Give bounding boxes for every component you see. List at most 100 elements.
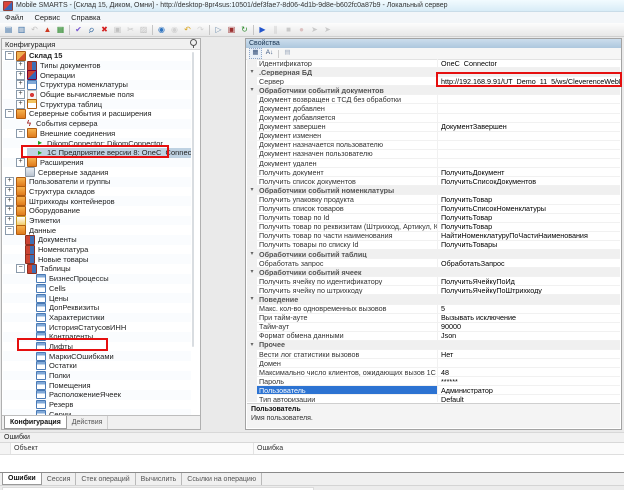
tree-item[interactable]: БизнесПроцессы [3,274,191,284]
property-row[interactable]: Серверhttp://192.168.9.91/UT_Demo_11_5/w… [247,77,620,86]
property-value[interactable]: ПолучитьСписокНоменклатуры [438,205,620,213]
property-value[interactable] [438,359,620,367]
property-row[interactable]: Документ назначается пользователю [247,141,620,150]
expand-toggle-icon[interactable]: + [16,61,25,70]
property-row[interactable]: Документ добавлен [247,104,620,113]
property-value[interactable]: http://192.168.9.91/UT_Demo_11_5/ws/Clev… [438,77,620,85]
tab-ссылки-на-операцию[interactable]: Ссылки на операцию [182,473,262,485]
alphabetical-sort-icon[interactable]: A↓ [264,49,275,58]
pin-icon[interactable] [190,39,197,46]
tab-configuration[interactable]: Конфигурация [4,416,67,429]
property-value[interactable]: 90000 [438,323,620,331]
property-row[interactable]: Вести лог статистики вызововНет [247,350,620,359]
property-row[interactable]: Документ завершенДокументЗавершен [247,123,620,132]
menu-service[interactable]: Сервис [34,13,60,22]
export-excel-icon[interactable]: ▦ [54,24,67,36]
save-icon[interactable]: ▤ [2,24,15,36]
tree-item[interactable]: Контрагенты [3,332,191,342]
property-value[interactable] [438,159,620,167]
menu-help[interactable]: Справка [71,13,100,22]
property-value[interactable]: ПолучитьЯчейкуПоШтрихкоду [438,286,620,294]
property-value[interactable] [438,114,620,122]
property-value[interactable]: ПолучитьЯчейкуПоИд [438,277,620,285]
property-value[interactable]: Вызывать исключение [438,314,620,322]
property-row[interactable]: Получить упаковку продуктаПолучитьТовар [247,195,620,204]
expand-toggle-icon[interactable]: − [16,129,25,138]
tree-item[interactable]: −Данные [3,225,191,235]
tree-item[interactable]: +Штрихкоды контейнеров [3,196,191,206]
collapse-arrow-icon[interactable]: ▾ [247,68,257,76]
property-row[interactable]: Домен [247,359,620,368]
property-value[interactable] [438,95,620,103]
tree-item[interactable]: +Операции [3,70,191,80]
property-row[interactable]: Получить список документовПолучитьСписок… [247,177,620,186]
property-row[interactable]: Макс. кол-во одновременных вызовов5 [247,305,620,314]
tree-item[interactable]: −Внешние соединения [3,129,191,139]
undo-history-icon[interactable]: ↶ [181,24,194,36]
property-value[interactable] [438,141,620,149]
tree-item[interactable]: −Серверные события и расширения [3,109,191,119]
tab-actions[interactable]: Действия [67,416,109,429]
tree-item[interactable]: Резерв [3,400,191,410]
expand-toggle-icon[interactable]: + [16,90,25,99]
property-value[interactable]: Нет [438,350,620,358]
tree-item[interactable]: Серверные задания [3,167,191,177]
property-value[interactable]: Default [438,395,620,402]
property-row[interactable]: Максимально число клиентов, ожидающих вы… [247,368,620,377]
tree-item[interactable]: +Оборудование [3,206,191,216]
tree-item[interactable]: ИсторияСтатусовИНН [3,322,191,332]
collapse-arrow-icon[interactable]: ▾ [247,250,257,258]
tree-item[interactable]: Номенклатура [3,245,191,255]
tab-сессия[interactable]: Сессия [42,473,77,485]
property-category-row[interactable]: ▾Обработчики событий ячеек [247,268,620,277]
property-row[interactable]: Документ добавляется [247,114,620,123]
tree-item[interactable]: События сервера [3,119,191,129]
property-category-row[interactable]: ▾.Серверная БД [247,68,620,77]
tree-item[interactable]: −Таблицы [3,264,191,274]
property-row[interactable]: ИдентификаторOneC_Connector [247,59,620,68]
tree-item[interactable]: ДопРеквизиты [3,303,191,313]
property-value[interactable]: OneC_Connector [438,59,620,67]
collapse-arrow-icon[interactable]: ▾ [247,86,257,94]
property-value[interactable]: ДокументЗавершен [438,123,620,131]
tree-item[interactable]: Помещения [3,380,191,390]
tree-item[interactable]: +Расширения [3,158,191,168]
property-value[interactable]: ОбработатьЗапрос [438,259,620,267]
tree-item[interactable]: Документы [3,235,191,245]
tree-item[interactable]: +Этикетки [3,216,191,226]
expand-toggle-icon[interactable]: + [16,158,25,167]
collapse-arrow-icon[interactable]: ▾ [247,341,257,349]
tree-item[interactable]: Лифты [3,342,191,352]
errors-column-object[interactable]: Объект [11,443,254,454]
expand-toggle-icon[interactable]: + [5,177,14,186]
property-row[interactable]: Тип авторизацииDefault [247,395,620,402]
upload-to-server-icon[interactable]: ▲ [41,24,54,36]
property-row[interactable]: Обработать запросОбработатьЗапрос [247,259,620,268]
run-icon[interactable]: ▶ [256,24,269,36]
tab-стек-операций[interactable]: Стек операций [76,473,135,485]
property-row[interactable]: Получить товар по реквизитам (Штрихкод, … [247,223,620,232]
property-row[interactable]: Получить товар по IdПолучитьТовар [247,214,620,223]
expand-toggle-icon[interactable]: + [5,197,14,206]
tree-item[interactable]: −Склад 15 [3,51,191,61]
tree-item[interactable]: РасположениеЯчеек [3,390,191,400]
property-row[interactable]: Пароль****** [247,377,620,386]
tree-item[interactable]: МаркиСОшибками [3,351,191,361]
refresh-config-icon[interactable]: ↻ [238,24,251,36]
tree-item[interactable]: +Структура таблиц [3,99,191,109]
menu-file[interactable]: Файл [5,13,23,22]
tree-item[interactable]: +Общие вычисляемые поля [3,90,191,100]
property-value[interactable] [438,132,620,140]
tree-item[interactable]: +Пользователи и группы [3,177,191,187]
expand-toggle-icon[interactable]: − [16,264,25,273]
property-row[interactable]: Получить товар по части наименованияНайт… [247,232,620,241]
save-all-icon[interactable]: ▥ [15,24,28,36]
tree-item[interactable]: 1С Предприятие версии 8: OneC_Connector [3,148,191,158]
tree-item[interactable]: Характеристики [3,313,191,323]
property-value[interactable]: ПолучитьТовар [438,223,620,231]
expand-toggle-icon[interactable]: + [16,80,25,89]
tree-item[interactable]: Цены [3,293,191,303]
property-row[interactable]: Получить список товаровПолучитьСписокНом… [247,205,620,214]
tree-item[interactable]: Новые товары [3,254,191,264]
navigate-back-icon[interactable]: ◉ [155,24,168,36]
